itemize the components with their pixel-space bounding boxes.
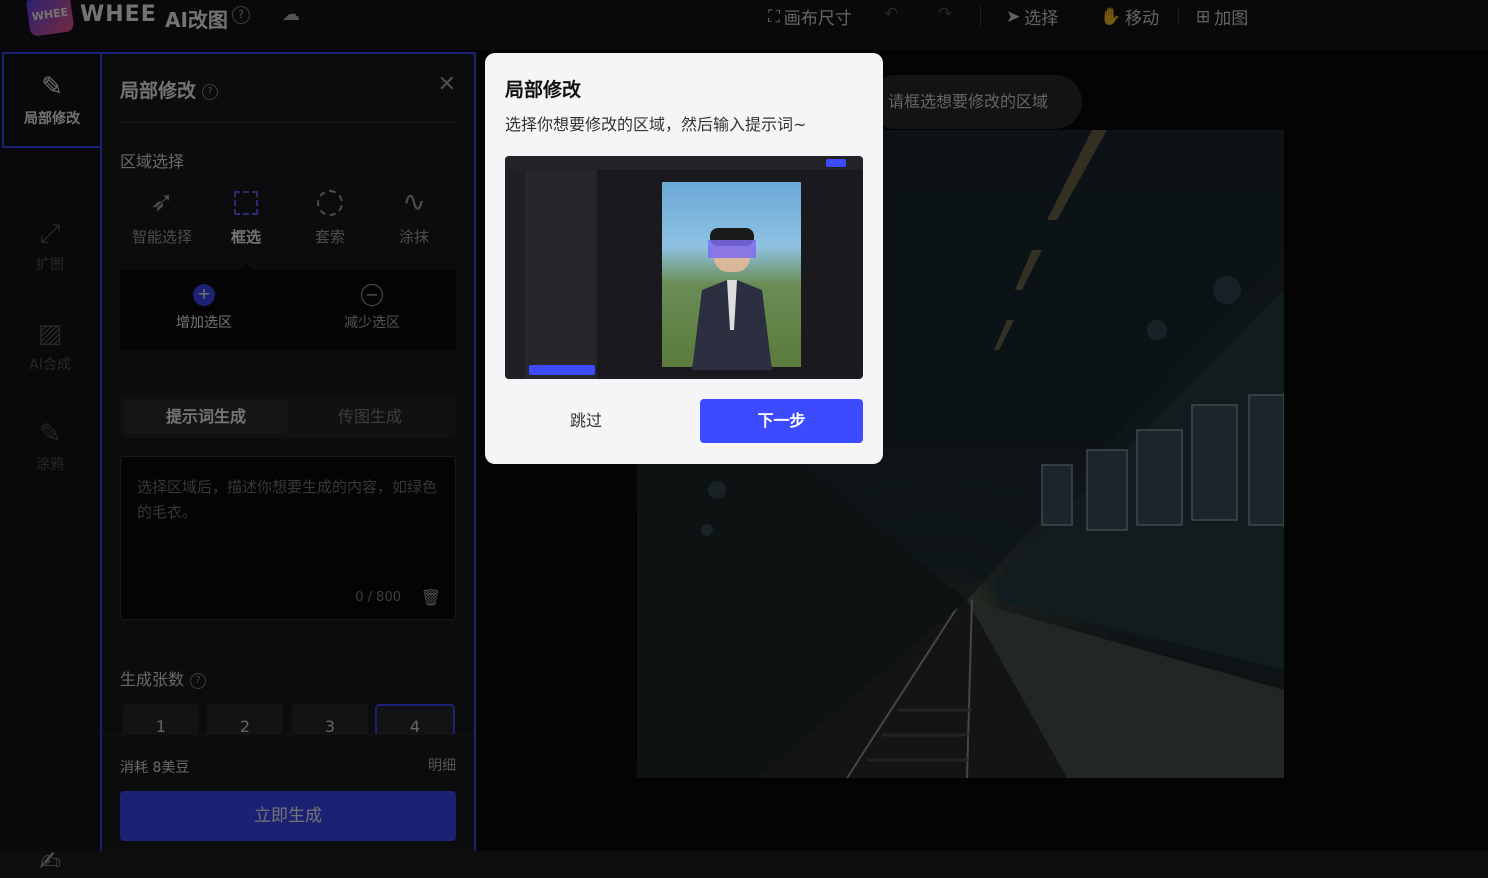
tool-smear[interactable]: ∿ 涂抹 <box>372 184 456 247</box>
redo-icon: ↷ <box>938 4 952 24</box>
logo-text: WHEE <box>31 5 69 23</box>
divider <box>120 122 456 123</box>
undo-button[interactable]: ↶ <box>884 4 898 24</box>
detail-link[interactable]: 明细 <box>428 755 456 775</box>
toolbar-divider <box>980 6 981 26</box>
panel-title: 局部修改? <box>120 76 218 103</box>
compose-icon: ▨ <box>0 318 100 350</box>
person-illustration <box>692 210 772 370</box>
rail-item-label: AI合成 <box>0 354 100 374</box>
add-image-label: 加图 <box>1214 4 1248 29</box>
tool-label: 套索 <box>315 228 345 246</box>
edit-icon: ✎ <box>4 72 100 102</box>
tool-lasso[interactable]: 套索 <box>288 184 372 247</box>
local-edit-panel: 局部修改? ✕ 区域选择 ➶ 智能选择 框选 套索 ∿ 涂抹 + 增加选区 − … <box>100 52 476 851</box>
move-tool-button[interactable]: ✋ 移动 <box>1100 4 1159 29</box>
crop-icon: ⛶ <box>768 7 780 27</box>
canvas-size-button[interactable]: ⛶ 画布尺寸 <box>768 4 852 29</box>
mini-portrait <box>662 182 801 367</box>
rail-item-local-edit[interactable]: ✎ 局部修改 <box>2 52 101 148</box>
whee-logo[interactable]: WHEE <box>25 0 74 37</box>
cursor-icon: ➤ <box>1006 7 1020 27</box>
add-selection-button[interactable]: + 增加选区 <box>120 284 288 332</box>
undo-icon: ↶ <box>884 4 898 24</box>
close-icon[interactable]: ✕ <box>438 72 456 97</box>
rail-item-doodle[interactable]: ✎ 涂鸦 <box>0 418 100 474</box>
plus-circle-icon: + <box>193 284 215 306</box>
generate-button[interactable]: 立即生成 <box>120 791 456 841</box>
app-name: AI改图 <box>165 4 228 33</box>
help-icon[interactable]: ? <box>202 84 218 100</box>
top-bar: WHEE WHEE AI改图 ? ☁ ⛶ 画布尺寸 ↶ ↷ ➤ 选择 ✋ 移动 … <box>0 0 1488 50</box>
popup-title: 局部修改 <box>505 75 581 102</box>
mini-download-button <box>826 159 846 167</box>
add-image-button[interactable]: ⊞ 加图 <box>1196 4 1248 29</box>
hand-icon: ✋ <box>1100 7 1121 27</box>
minus-circle-icon: − <box>361 284 383 306</box>
rail-item-label: 局部修改 <box>4 108 100 128</box>
tool-label: 涂抹 <box>399 228 429 246</box>
region-select-label: 区域选择 <box>120 148 184 172</box>
tab-image-generate[interactable]: 传图生成 <box>288 400 452 434</box>
mini-topbar <box>505 156 863 170</box>
select-label: 选择 <box>1024 4 1058 29</box>
expand-icon: ⤢ <box>0 218 100 250</box>
cloud-icon[interactable]: ☁ <box>282 4 300 25</box>
rail-item-label: 扩图 <box>0 254 100 274</box>
help-icon[interactable]: ? <box>190 673 206 689</box>
count-label-row: 生成张数? <box>120 666 206 690</box>
generation-tabs: 提示词生成 传图生成 <box>120 396 456 438</box>
popup-description: 选择你想要修改的区域，然后输入提示词~ <box>505 111 806 135</box>
move-label: 移动 <box>1125 4 1159 29</box>
toolbar-divider <box>1178 6 1179 26</box>
redo-button[interactable]: ↷ <box>938 4 952 24</box>
prompt-textarea[interactable]: 选择区域后，描述你想要生成的内容，如绿色的毛衣。 0 / 800 🗑 <box>120 456 456 620</box>
canvas-size-label: 画布尺寸 <box>784 4 852 29</box>
rail-item-label: 涂鸦 <box>0 454 100 474</box>
skip-button[interactable]: 跳过 <box>505 399 667 443</box>
canvas-hint: 请框选想要修改的区域 <box>868 75 1082 129</box>
tool-smart-select[interactable]: ➶ 智能选择 <box>120 184 204 247</box>
trash-icon[interactable]: 🗑 <box>421 588 441 607</box>
smart-select-icon: ➶ <box>120 184 204 220</box>
selection-mode-box: + 增加选区 − 减少选区 <box>120 270 456 350</box>
count-label: 生成张数 <box>120 670 184 689</box>
left-rail: ⤢ 扩图 ▨ AI合成 ✎ 涂鸦 ✍ <box>0 50 100 851</box>
rect-select-icon <box>204 184 288 220</box>
brand-name: WHEE <box>80 2 157 27</box>
tutorial-preview-image <box>505 156 863 379</box>
subtract-selection-label: 减少选区 <box>344 315 400 331</box>
rail-item-ai-compose[interactable]: ▨ AI合成 <box>0 318 100 374</box>
subtract-selection-button[interactable]: − 减少选区 <box>288 284 456 332</box>
mini-rail <box>505 170 525 379</box>
prompt-placeholder: 选择区域后，描述你想要生成的内容，如绿色的毛衣。 <box>137 475 442 525</box>
mini-panel <box>525 170 597 379</box>
rail-item-expand[interactable]: ⤢ 扩图 <box>0 218 100 274</box>
cost-text: 消耗 8美豆 <box>120 757 189 777</box>
tutorial-popup: 局部修改 选择你想要修改的区域，然后输入提示词~ 跳过 下一步 <box>485 53 883 464</box>
tool-label: 智能选择 <box>132 228 192 246</box>
panel-title-text: 局部修改 <box>120 80 196 102</box>
select-tool-button[interactable]: ➤ 选择 <box>1006 4 1058 29</box>
mini-generate-button <box>529 365 595 375</box>
next-step-button[interactable]: 下一步 <box>700 399 863 443</box>
add-image-icon: ⊞ <box>1196 7 1210 27</box>
tab-prompt-generate[interactable]: 提示词生成 <box>124 400 288 434</box>
tool-rect-select[interactable]: 框选 <box>204 184 288 247</box>
brush-icon: ✎ <box>0 418 100 450</box>
smear-icon: ∿ <box>372 184 456 220</box>
panel-footer: 消耗 8美豆 明细 立即生成 <box>102 734 474 851</box>
lasso-icon <box>288 184 372 220</box>
add-selection-label: 增加选区 <box>176 315 232 331</box>
help-icon[interactable]: ? <box>232 6 250 24</box>
tool-label: 框选 <box>231 228 261 246</box>
char-counter: 0 / 800 <box>355 590 401 605</box>
